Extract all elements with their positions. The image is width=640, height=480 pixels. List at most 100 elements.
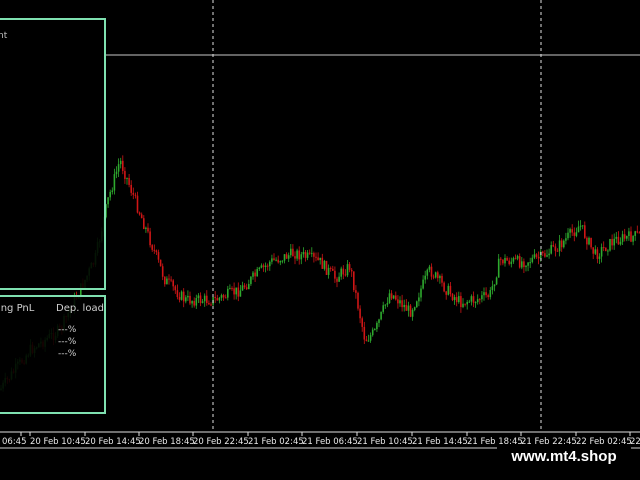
candle-body bbox=[264, 265, 267, 268]
candle-body bbox=[390, 293, 393, 299]
candle-body bbox=[611, 239, 613, 246]
candle-body bbox=[550, 245, 552, 254]
candle-body bbox=[523, 261, 525, 268]
time-axis-label: 20 Feb 18:45 bbox=[139, 437, 195, 447]
candle-body bbox=[134, 194, 137, 196]
candle-body bbox=[214, 296, 216, 299]
candle-body bbox=[332, 268, 334, 271]
candle-body bbox=[231, 288, 233, 290]
candle-body bbox=[128, 177, 130, 185]
pnl-row: : ---% bbox=[0, 337, 104, 349]
candle-body bbox=[416, 301, 418, 308]
candle-body bbox=[443, 282, 445, 292]
candle-body bbox=[365, 339, 368, 342]
candle-body bbox=[563, 240, 565, 248]
candle-body bbox=[369, 335, 372, 341]
candle-body bbox=[258, 267, 261, 270]
candle-body bbox=[554, 246, 557, 251]
candle-body bbox=[191, 301, 193, 304]
candle-body bbox=[460, 296, 462, 308]
candle-body bbox=[176, 290, 179, 298]
candle-body bbox=[248, 283, 250, 290]
candle-body bbox=[130, 184, 132, 193]
candle-body bbox=[388, 293, 391, 304]
candle-body bbox=[403, 304, 405, 308]
candle-body bbox=[380, 311, 382, 320]
candle-body bbox=[203, 295, 206, 302]
candle-body bbox=[525, 265, 527, 268]
candle-body bbox=[455, 297, 458, 303]
candle-body bbox=[367, 340, 370, 342]
candle-body bbox=[317, 257, 319, 261]
candle-body bbox=[145, 227, 147, 229]
candle-body bbox=[491, 286, 494, 291]
candle-body bbox=[124, 170, 126, 179]
candle-body bbox=[504, 257, 506, 264]
candle-body bbox=[157, 252, 160, 260]
candle-body bbox=[636, 231, 639, 233]
candle-body bbox=[227, 288, 229, 298]
candle-body bbox=[409, 305, 412, 317]
candle-body bbox=[542, 251, 544, 254]
candle-body bbox=[600, 247, 603, 257]
candle-body bbox=[304, 252, 307, 258]
candle-body bbox=[615, 236, 618, 239]
info-panel-top: nt bbox=[0, 18, 106, 290]
candle-body bbox=[224, 297, 227, 299]
candle-body bbox=[445, 291, 447, 295]
candle-body bbox=[235, 287, 237, 295]
candle-body bbox=[132, 192, 135, 195]
candle-body bbox=[138, 212, 141, 215]
candle-body bbox=[497, 258, 500, 278]
candle-body bbox=[189, 295, 191, 304]
candle-body bbox=[462, 303, 464, 308]
candle-body bbox=[260, 265, 263, 268]
candle-body bbox=[447, 285, 450, 295]
candle-body bbox=[109, 191, 111, 198]
candle-body bbox=[432, 276, 435, 278]
candle-body bbox=[363, 326, 366, 340]
candle-body bbox=[275, 259, 277, 261]
candle-body bbox=[256, 269, 258, 277]
candle-body bbox=[437, 272, 439, 279]
load-value: ---% bbox=[58, 325, 77, 335]
candle-body bbox=[598, 256, 601, 259]
candle-body bbox=[493, 284, 496, 287]
candle-body bbox=[506, 257, 508, 261]
chart-window[interactable]: 06:45 20 Feb 10:45 20 Feb 14:45 20 Feb 18:4… bbox=[0, 0, 640, 480]
deposit-load-header: Dep. load bbox=[56, 303, 104, 314]
load-value: ---% bbox=[58, 337, 77, 347]
candle-body bbox=[487, 295, 489, 298]
candle-body bbox=[336, 278, 338, 282]
time-axis-label: 06:45 bbox=[2, 437, 27, 447]
candle-body bbox=[359, 308, 361, 319]
candle-body bbox=[136, 195, 139, 213]
candle-body bbox=[428, 266, 431, 270]
candle-body bbox=[439, 275, 441, 279]
candle-body bbox=[623, 234, 626, 239]
candle-body bbox=[340, 268, 342, 277]
candle-body bbox=[560, 240, 563, 248]
candle-body bbox=[413, 307, 416, 310]
candle-body bbox=[481, 295, 483, 300]
candle-body bbox=[556, 250, 559, 252]
candle-body bbox=[273, 258, 275, 261]
candle-body bbox=[185, 297, 187, 302]
candle-body bbox=[453, 297, 456, 301]
candle-body bbox=[250, 276, 252, 284]
candle-body bbox=[527, 262, 529, 266]
candle-body bbox=[113, 174, 116, 191]
candle-body bbox=[279, 261, 282, 263]
candle-body bbox=[476, 299, 479, 303]
candle-body bbox=[535, 254, 538, 257]
candle-body bbox=[323, 260, 326, 269]
time-axis-label: 22 Feb 06:45 bbox=[630, 437, 640, 447]
candle-body bbox=[308, 252, 311, 254]
candle-body bbox=[392, 295, 395, 299]
watermark-logo: www.mt4.shop bbox=[497, 444, 631, 470]
candle-body bbox=[287, 255, 290, 259]
pnl-value: : bbox=[0, 349, 1, 359]
candle-body bbox=[474, 302, 477, 304]
candle-body bbox=[430, 266, 433, 277]
candle-body bbox=[313, 253, 315, 257]
